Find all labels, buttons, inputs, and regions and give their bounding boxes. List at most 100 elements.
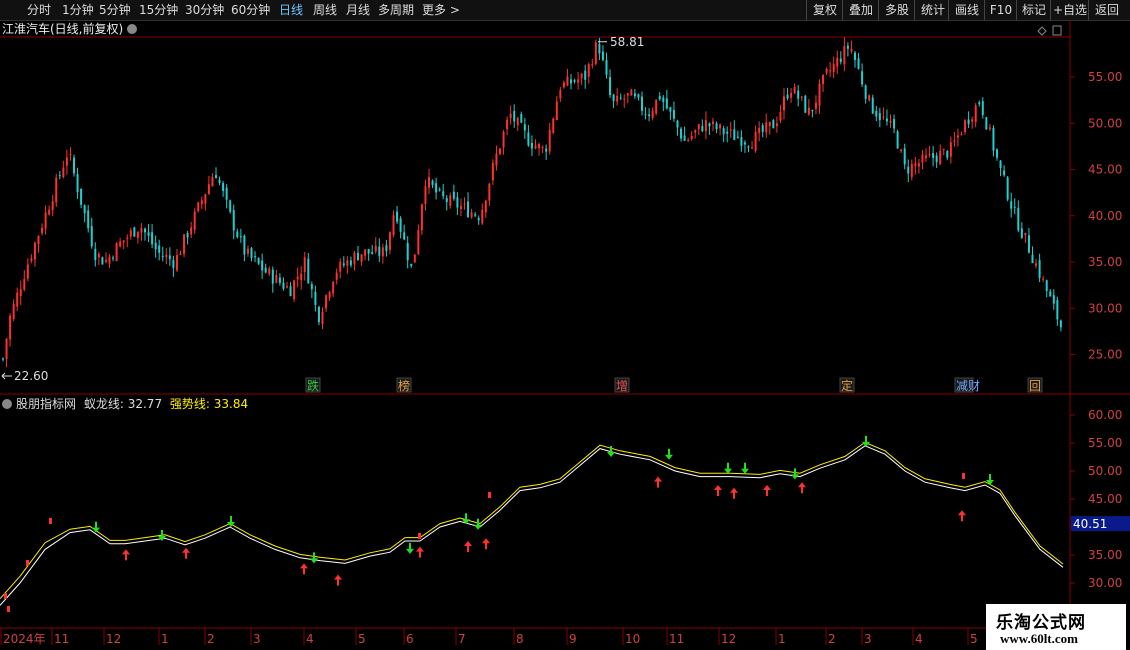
candle-body <box>41 227 44 234</box>
candle-body <box>946 151 949 158</box>
candle-body <box>566 76 569 86</box>
candle-body <box>261 260 264 271</box>
x-axis-label: 6 <box>406 632 414 646</box>
candle-body <box>960 134 963 136</box>
candle-body <box>644 114 647 116</box>
candle-body <box>204 194 207 204</box>
candle-body <box>371 252 374 254</box>
candle-body <box>90 226 93 247</box>
candle-body <box>328 292 331 298</box>
candle-body <box>342 263 345 266</box>
candle-body <box>818 83 821 106</box>
candle-body <box>935 155 938 163</box>
candle-body <box>200 200 203 205</box>
candle-body <box>250 248 253 258</box>
candle-body <box>23 279 26 290</box>
up-arrow-icon <box>482 538 490 550</box>
signal-tick <box>4 593 7 599</box>
candle-body <box>964 120 967 132</box>
candle-body <box>825 68 828 73</box>
candle-body <box>1035 263 1038 266</box>
candle-body <box>115 243 118 262</box>
candle-body <box>584 70 587 80</box>
candle-body <box>239 236 242 238</box>
candle-body <box>282 282 285 289</box>
x-axis-label: 12 <box>721 632 736 646</box>
candle-body <box>722 128 725 135</box>
strong-trend-line <box>0 441 1064 600</box>
signal-tick <box>49 518 52 524</box>
candle-body <box>456 197 459 208</box>
candle-body <box>161 255 164 257</box>
ind-ytick-label: 35.00 <box>1088 548 1122 562</box>
candle-body <box>396 211 399 222</box>
candle-body <box>538 143 541 149</box>
candle-body <box>665 98 668 109</box>
candle-body <box>797 90 800 99</box>
candle-body <box>978 102 981 104</box>
x-axis-label: 5 <box>358 632 366 646</box>
candle-body <box>218 179 221 183</box>
candle-body <box>822 74 825 85</box>
down-arrow-icon <box>406 542 414 554</box>
candle-body <box>353 252 356 264</box>
signal-tick <box>962 473 965 479</box>
candle-body <box>996 149 998 158</box>
x-axis-label: 5 <box>970 632 978 646</box>
candle-body <box>37 235 40 245</box>
candle-body <box>73 157 75 174</box>
candle-body <box>740 137 743 146</box>
up-arrow-icon <box>464 541 472 552</box>
candle-body <box>275 274 278 283</box>
candle-body <box>623 98 626 100</box>
candle-body <box>694 130 697 133</box>
x-axis-label: 11 <box>54 632 69 646</box>
candle-body <box>381 247 384 257</box>
candle-body <box>19 289 22 297</box>
candle-body <box>683 135 686 141</box>
candle-body <box>903 148 906 165</box>
main-ytick-label: 25.00 <box>1088 348 1122 362</box>
up-arrow-icon <box>798 482 806 494</box>
chart-svg[interactable]: 55.00 50.00 45.00 40.00 35.00 30.00 25.00 60.00… <box>0 0 1130 650</box>
candle-body <box>424 186 427 204</box>
candle-body <box>314 291 317 305</box>
candle-body <box>211 176 214 187</box>
candle-body <box>641 96 643 111</box>
candle-body <box>349 260 352 266</box>
candle-body <box>339 261 342 272</box>
candle-body <box>754 131 757 151</box>
candle-body <box>2 358 4 360</box>
candle-body <box>406 242 409 261</box>
up-arrow-icon <box>654 476 662 488</box>
candle-body <box>378 246 381 256</box>
candle-body <box>179 253 182 255</box>
candle-body <box>967 119 970 125</box>
candle-body <box>562 82 565 88</box>
candle-body <box>783 96 785 111</box>
candle-body <box>495 153 498 166</box>
candle-body <box>151 232 154 245</box>
candle-body <box>548 129 551 152</box>
candle-body <box>704 120 707 132</box>
down-arrow-icon <box>724 462 732 474</box>
candle-body <box>527 132 530 146</box>
candle-body <box>729 129 732 131</box>
candle-body <box>428 177 430 188</box>
candle-body <box>307 258 310 284</box>
candle-body <box>516 117 519 126</box>
candle-body <box>541 147 544 149</box>
candle-body <box>9 315 12 340</box>
candle-body <box>488 183 491 201</box>
cursor-value: 40.51 <box>1073 517 1107 531</box>
x-axis-label: 7 <box>458 632 466 646</box>
down-arrow-icon <box>741 462 749 474</box>
x-axis-label: 9 <box>569 632 577 646</box>
candle-body <box>1024 232 1027 236</box>
candle-body <box>885 118 888 122</box>
candle-body <box>215 175 217 179</box>
candle-body <box>772 120 775 129</box>
candle-body <box>104 260 107 263</box>
candle-body <box>857 58 860 69</box>
candle-body <box>232 210 235 231</box>
